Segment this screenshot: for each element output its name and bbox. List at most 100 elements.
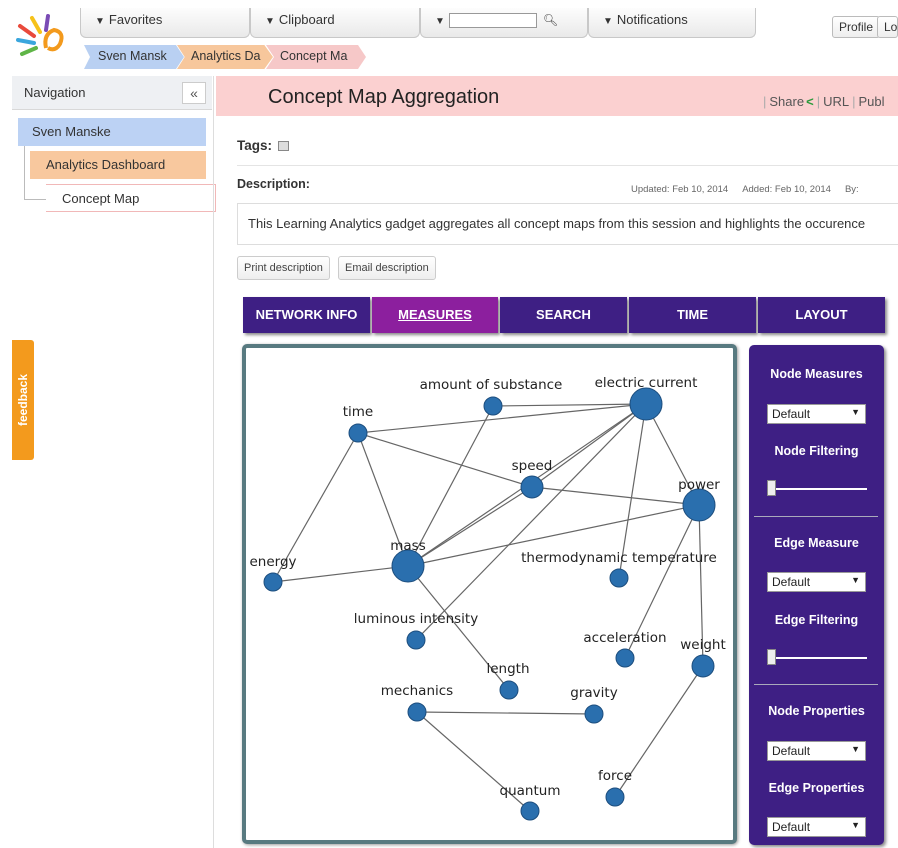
dropdown-arrow-icon: ▼ bbox=[603, 16, 613, 27]
divider bbox=[237, 165, 898, 166]
dropdown-arrow-icon: ▼ bbox=[435, 16, 445, 27]
logout-button[interactable]: Lo bbox=[877, 16, 898, 38]
graph-node-label-acceleration: acceleration bbox=[583, 630, 666, 646]
tab-network-info[interactable]: NETWORK INFO bbox=[243, 297, 370, 333]
notifications-menu[interactable]: ▼ Notifications bbox=[588, 8, 756, 38]
dropdown-arrow-icon: ▼ bbox=[851, 744, 860, 754]
edge-properties-value: Default bbox=[772, 820, 811, 834]
graph-node-label-quantum: quantum bbox=[500, 783, 561, 799]
publish-link[interactable]: Publ bbox=[858, 94, 884, 109]
graph-node-mass[interactable] bbox=[391, 549, 425, 583]
dropdown-arrow-icon: ▼ bbox=[95, 16, 105, 27]
graph-edge-electric-luminous bbox=[415, 403, 647, 641]
node-measures-select[interactable]: Default ▼ bbox=[767, 404, 866, 424]
author-label: By: bbox=[844, 184, 859, 195]
graph-node-label-electric: electric current bbox=[595, 375, 698, 391]
page-title: Concept Map Aggregation bbox=[268, 86, 500, 108]
tree-item-dashboard[interactable]: Analytics Dashboard bbox=[30, 151, 206, 179]
tree-connector bbox=[24, 199, 46, 200]
breadcrumb-user[interactable]: Sven Mansk bbox=[84, 45, 184, 69]
tree-item-user[interactable]: Sven Manske bbox=[18, 118, 206, 146]
graph-node-amount[interactable] bbox=[483, 396, 503, 416]
graph-node-electric[interactable] bbox=[629, 387, 663, 421]
edge-filtering-slider-handle[interactable] bbox=[767, 649, 776, 665]
dropdown-arrow-icon: ▼ bbox=[851, 575, 860, 585]
graph-node-label-length: length bbox=[486, 661, 529, 677]
graph-node-time[interactable] bbox=[348, 423, 368, 443]
profile-button[interactable]: Profile bbox=[832, 16, 881, 38]
print-description-button[interactable]: Print description bbox=[237, 256, 330, 280]
node-properties-value: Default bbox=[772, 744, 811, 758]
feedback-label[interactable]: feedback bbox=[12, 340, 34, 460]
meta-line: Updated: Feb 10, 2014 Added: Feb 10, 2014… bbox=[631, 184, 873, 195]
description-label: Description: bbox=[237, 177, 310, 191]
search-input[interactable] bbox=[448, 13, 537, 29]
graph-node-label-power: power bbox=[678, 477, 720, 493]
node-properties-select[interactable]: Default ▼ bbox=[767, 741, 866, 761]
updated-date: Updated: Feb 10, 2014 bbox=[631, 184, 729, 195]
tab-time[interactable]: TIME bbox=[629, 297, 756, 333]
edge-filtering-label: Edge Filtering bbox=[774, 613, 859, 627]
graph-edge-time-speed bbox=[357, 432, 533, 488]
graph-node-thermo[interactable] bbox=[609, 568, 629, 588]
share-icon[interactable]: < bbox=[806, 94, 814, 109]
graph-edge-speed-mass bbox=[407, 486, 533, 567]
edge-properties-select[interactable]: Default ▼ bbox=[767, 817, 866, 837]
node-filtering-slider-handle[interactable] bbox=[767, 480, 776, 496]
concept-map-graph[interactable]: amount of substance electric current time s… bbox=[242, 344, 737, 844]
favorites-label: Favorites bbox=[108, 12, 163, 27]
collapse-sidebar-icon[interactable]: « bbox=[182, 82, 206, 104]
dropdown-arrow-icon: ▼ bbox=[851, 820, 860, 830]
email-description-button[interactable]: Email description bbox=[338, 256, 436, 280]
graph-node-power[interactable] bbox=[682, 488, 716, 522]
graph-node-length[interactable] bbox=[499, 680, 519, 700]
app-logo bbox=[16, 14, 64, 56]
notifications-label: Notifications bbox=[616, 12, 688, 27]
tab-search[interactable]: SEARCH bbox=[500, 297, 627, 333]
graph-node-label-amount: amount of substance bbox=[420, 377, 563, 393]
tab-measures[interactable]: MEASURES bbox=[372, 297, 498, 333]
graph-node-label-force: force bbox=[598, 768, 632, 784]
share-link[interactable]: Share bbox=[769, 94, 804, 109]
graph-node-label-weight: weight bbox=[680, 637, 726, 653]
tree-item-concept-map[interactable]: Concept Map bbox=[46, 184, 216, 212]
graph-node-label-speed: speed bbox=[512, 458, 553, 474]
graph-node-luminous[interactable] bbox=[406, 630, 426, 650]
graph-edge-electric-speed bbox=[531, 403, 647, 488]
graph-node-speed[interactable] bbox=[520, 475, 544, 499]
graph-node-label-thermo: thermodynamic temperature bbox=[521, 550, 717, 566]
favorites-menu[interactable]: ▼ Favorites bbox=[80, 8, 250, 38]
graph-node-acceleration[interactable] bbox=[615, 648, 635, 668]
tree-connector bbox=[24, 145, 25, 200]
graph-edge-amount-electric bbox=[492, 403, 647, 407]
description-text: This Learning Analytics gadget aggregate… bbox=[237, 203, 898, 245]
edge-measure-value: Default bbox=[772, 575, 811, 589]
clipboard-menu[interactable]: ▼ Clipboard bbox=[250, 8, 420, 38]
graph-node-label-time: time bbox=[343, 404, 374, 420]
graph-node-label-mass: mass bbox=[390, 538, 426, 554]
edge-filtering-slider[interactable] bbox=[768, 657, 867, 659]
panel-divider bbox=[754, 684, 878, 685]
search-icon[interactable]: 🔍︎ bbox=[543, 13, 558, 27]
graph-node-force[interactable] bbox=[605, 787, 625, 807]
tab-layout[interactable]: LAYOUT bbox=[758, 297, 885, 333]
panel-divider bbox=[754, 516, 878, 517]
graph-node-energy[interactable] bbox=[263, 572, 283, 592]
node-properties-label: Node Properties bbox=[768, 704, 865, 718]
breadcrumb-concept-map[interactable]: Concept Ma bbox=[266, 45, 366, 69]
node-filtering-slider[interactable] bbox=[768, 488, 867, 490]
graph-node-mechanics[interactable] bbox=[407, 702, 427, 722]
graph-node-gravity[interactable] bbox=[584, 704, 604, 724]
edge-measure-label: Edge Measure bbox=[774, 536, 859, 550]
graph-node-label-luminous: luminous intensity bbox=[354, 611, 478, 627]
breadcrumb-dashboard[interactable]: Analytics Da bbox=[177, 45, 273, 69]
share-bar: | Share < | URL | Publ bbox=[763, 94, 885, 109]
url-link[interactable]: URL bbox=[823, 94, 849, 109]
graph-node-quantum[interactable] bbox=[520, 801, 540, 821]
search-menu[interactable]: ▼ 🔍︎ bbox=[420, 8, 588, 38]
edge-measure-select[interactable]: Default ▼ bbox=[767, 572, 866, 592]
sidebar-divider bbox=[213, 76, 214, 848]
tag-add-icon[interactable] bbox=[278, 141, 289, 151]
graph-node-weight[interactable] bbox=[691, 654, 715, 678]
dropdown-arrow-icon: ▼ bbox=[265, 16, 275, 27]
